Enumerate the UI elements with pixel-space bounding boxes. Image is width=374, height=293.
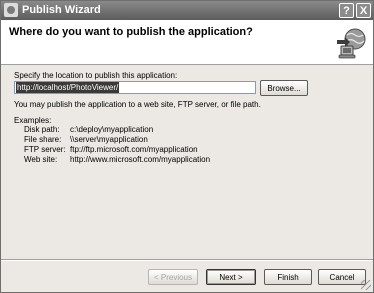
app-icon bbox=[4, 3, 18, 17]
previous-button[interactable]: < Previous bbox=[148, 269, 198, 285]
info-text: You may publish the application to a web… bbox=[14, 100, 261, 109]
example-value: \\server\myapplication bbox=[70, 135, 148, 144]
help-button[interactable]: ? bbox=[339, 3, 354, 18]
example-name: File share: bbox=[24, 135, 62, 144]
example-value: c:\deploy\myapplication bbox=[70, 125, 154, 134]
location-label: Specify the location to publish this app… bbox=[14, 71, 178, 80]
window-title: Publish Wizard bbox=[22, 4, 101, 16]
footer-divider bbox=[1, 259, 373, 261]
wizard-header: Where do you want to publish the applica… bbox=[1, 20, 373, 65]
globe-publish-icon bbox=[337, 28, 366, 59]
page-title: Where do you want to publish the applica… bbox=[9, 26, 253, 38]
cancel-button[interactable]: Cancel bbox=[318, 269, 366, 285]
example-name: FTP server: bbox=[24, 145, 66, 154]
publish-location-value: http://localhost/PhotoViewer/ bbox=[16, 82, 120, 93]
example-name: Web site: bbox=[24, 155, 58, 164]
example-value: http://www.microsoft.com/myapplication bbox=[70, 155, 211, 164]
example-value: ftp://ftp.microsoft.com/myapplication bbox=[70, 145, 198, 154]
publish-location-input[interactable]: http://localhost/PhotoViewer/ bbox=[14, 81, 256, 94]
close-button[interactable]: X bbox=[356, 3, 371, 18]
browse-button[interactable]: Browse... bbox=[260, 80, 308, 96]
example-name: Disk path: bbox=[24, 125, 60, 134]
publish-wizard-window: Publish Wizard ? X Where do you want to … bbox=[0, 0, 374, 293]
finish-button[interactable]: Finish bbox=[264, 269, 312, 285]
next-button[interactable]: Next > bbox=[206, 269, 256, 285]
title-bar[interactable]: Publish Wizard ? X bbox=[1, 1, 373, 20]
resize-grip[interactable] bbox=[361, 280, 371, 290]
